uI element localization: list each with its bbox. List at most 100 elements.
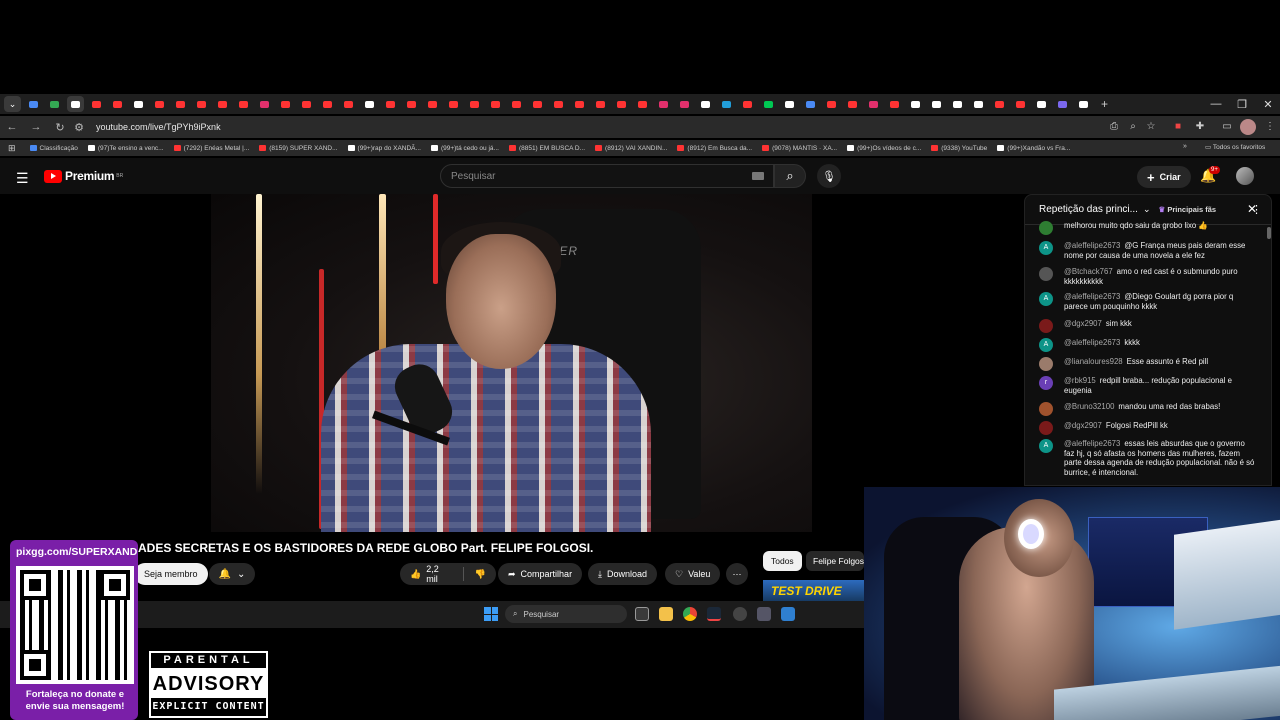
tab[interactable] xyxy=(172,96,189,112)
tab[interactable] xyxy=(970,96,987,112)
tab[interactable] xyxy=(424,96,441,112)
tab[interactable] xyxy=(508,96,525,112)
chat-message[interactable]: melhorou muito qdo saiu da grobo lixo 👍 xyxy=(1039,221,1255,235)
steam-icon[interactable] xyxy=(707,607,721,621)
bookmark-item[interactable]: Classificação xyxy=(29,145,78,152)
zoom-icon[interactable]: ⌕ xyxy=(1125,119,1141,135)
tab[interactable] xyxy=(382,96,399,112)
chat-author[interactable]: @aleffelipe2673 xyxy=(1064,439,1120,448)
tab[interactable] xyxy=(151,96,168,112)
app-icon-blue[interactable] xyxy=(781,607,795,621)
tab[interactable] xyxy=(235,96,252,112)
tab[interactable] xyxy=(1012,96,1029,112)
bookmark-item[interactable]: (8912) VAI XANDIN... xyxy=(595,145,667,152)
maximize-button[interactable]: ❐ xyxy=(1229,94,1255,114)
bookmark-item[interactable]: (8851) EM BUSCA D... xyxy=(508,145,585,152)
chrome-icon[interactable] xyxy=(683,607,697,621)
tab[interactable] xyxy=(823,96,840,112)
tab[interactable] xyxy=(487,96,504,112)
chat-title[interactable]: Repetição das princi... xyxy=(1039,204,1138,215)
tab[interactable] xyxy=(1075,96,1092,112)
extension-icon[interactable]: ■ xyxy=(1170,119,1186,135)
app-icon[interactable] xyxy=(733,607,747,621)
chat-message[interactable]: @Bruno32100 mandou uma red das brabas! xyxy=(1039,402,1255,416)
chat-message[interactable]: A @aleffelipe2673 kkkk xyxy=(1039,338,1255,352)
chat-author[interactable]: @dgx2907 xyxy=(1064,319,1102,328)
chat-close-icon[interactable]: ✕ xyxy=(1247,202,1257,216)
bookmark-item[interactable]: (8912) Em Busca da... xyxy=(677,145,752,152)
bookmark-item[interactable]: (9078) MANTIS · XA... xyxy=(762,145,837,152)
thanks-button[interactable]: ♡ Valeu xyxy=(665,563,721,585)
chat-avatar[interactable] xyxy=(1039,421,1053,435)
tab[interactable] xyxy=(928,96,945,112)
tab[interactable] xyxy=(655,96,672,112)
tab[interactable] xyxy=(676,96,693,112)
chat-avatar[interactable]: r xyxy=(1039,376,1053,390)
chat-message[interactable]: A @aleffelipe2673 @G França meus pais dera… xyxy=(1039,241,1255,260)
tab[interactable] xyxy=(949,96,966,112)
bookmark-item[interactable]: (9338) YouTube xyxy=(931,145,987,152)
chat-author[interactable]: @rbk915 xyxy=(1064,376,1096,385)
apps-grid-icon[interactable]: ⊞ xyxy=(8,143,16,154)
chat-avatar[interactable]: A xyxy=(1039,241,1053,255)
chat-message[interactable]: A @aleffelipe2673 essas leis absurdas que … xyxy=(1039,439,1255,477)
windows-start-icon[interactable] xyxy=(484,607,498,621)
tab[interactable] xyxy=(25,96,42,112)
tab[interactable] xyxy=(802,96,819,112)
back-icon[interactable]: ← xyxy=(0,121,24,133)
tab[interactable] xyxy=(865,96,882,112)
profile-avatar[interactable] xyxy=(1240,119,1256,135)
taskbar-search[interactable]: ⌕ Pesquisar xyxy=(505,605,627,623)
tab[interactable] xyxy=(613,96,630,112)
chat-avatar[interactable]: A xyxy=(1039,292,1053,306)
tab[interactable] xyxy=(991,96,1008,112)
site-info-icon[interactable]: ⚙ xyxy=(72,121,86,134)
chat-author[interactable]: @aleffelipe2673 xyxy=(1064,241,1120,250)
tab[interactable] xyxy=(46,96,63,112)
more-actions-icon[interactable]: ⋯ xyxy=(726,563,748,585)
bookmark-item[interactable]: (99+)rap do XANDÃ... xyxy=(347,145,421,152)
bookmark-item[interactable]: (99+)Os vídeos de c... xyxy=(847,145,921,152)
share-button[interactable]: ➦ Compartilhar xyxy=(498,563,583,585)
tab[interactable] xyxy=(844,96,861,112)
recommended-thumbnail[interactable]: TEST DRIVE xyxy=(763,580,864,602)
chip-all[interactable]: Todos xyxy=(763,551,802,571)
chat-avatar[interactable] xyxy=(1039,402,1053,416)
tab[interactable] xyxy=(466,96,483,112)
tab[interactable] xyxy=(1054,96,1071,112)
chat-author[interactable]: @lianaloures928 xyxy=(1064,357,1123,366)
download-button[interactable]: ⤓ Download xyxy=(588,563,658,585)
bookmark-item[interactable]: (7292) Enéas Metal |... xyxy=(173,145,249,152)
tab[interactable] xyxy=(445,96,462,112)
tab[interactable] xyxy=(214,96,231,112)
tab[interactable] xyxy=(781,96,798,112)
menu-dots-icon[interactable]: ⋮ xyxy=(1262,119,1278,135)
chat-author[interactable]: @Btchack767 xyxy=(1064,267,1113,276)
tab[interactable] xyxy=(88,96,105,112)
bookmark-item[interactable]: (99+)tá cedo ou já... xyxy=(430,145,499,152)
bookmark-star-icon[interactable]: ☆ xyxy=(1143,119,1159,135)
like-icon[interactable]: 👍 xyxy=(410,569,421,580)
chat-avatar[interactable] xyxy=(1039,319,1053,333)
chat-avatar[interactable] xyxy=(1039,267,1053,281)
tab[interactable] xyxy=(361,96,378,112)
minimize-button[interactable]: — xyxy=(1203,94,1229,114)
bookmark-item[interactable]: (97)Te ensino a venc... xyxy=(87,145,164,152)
tab[interactable] xyxy=(907,96,924,112)
tab-active[interactable] xyxy=(67,96,84,112)
chevron-down-icon[interactable]: ⌄ xyxy=(1143,204,1151,215)
chat-avatar[interactable] xyxy=(1039,357,1053,371)
file-explorer-icon[interactable] xyxy=(659,607,673,621)
subscription-bell-button[interactable]: 🔔 ⌄ xyxy=(209,563,255,585)
chat-message[interactable]: r @rbk915 redpill braba... redução populac… xyxy=(1039,376,1255,395)
forward-icon[interactable]: → xyxy=(24,121,48,133)
tab[interactable] xyxy=(256,96,273,112)
bookmark-item[interactable]: (8159) SUPER XAND... xyxy=(259,145,338,152)
chat-avatar[interactable]: A xyxy=(1039,338,1053,352)
tab[interactable] xyxy=(718,96,735,112)
all-favorites-link[interactable]: ▭ Todos os favoritos xyxy=(1205,143,1265,151)
voice-search-icon[interactable]: 🎙 xyxy=(817,164,841,188)
bookmark-item[interactable]: (99+)Xandão vs Fra... xyxy=(997,145,1070,152)
search-button[interactable]: ⌕ xyxy=(774,164,806,188)
dislike-icon[interactable]: 👎 xyxy=(475,569,486,580)
